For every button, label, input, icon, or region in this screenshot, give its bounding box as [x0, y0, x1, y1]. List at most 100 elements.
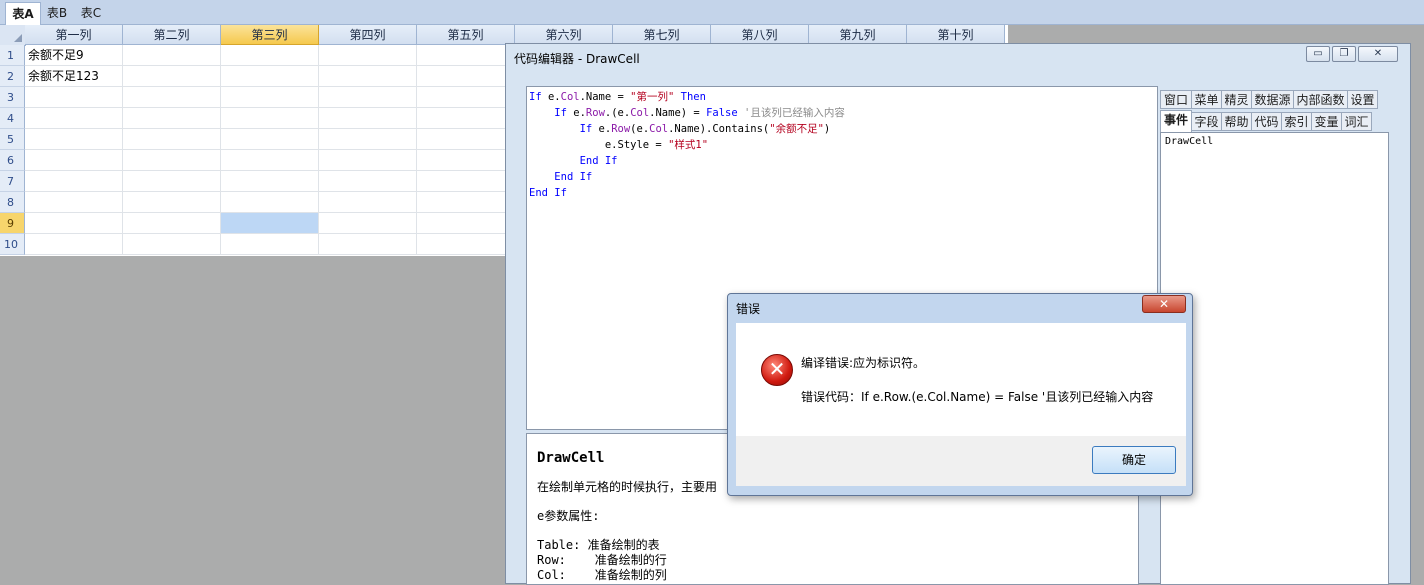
grid-cell[interactable]	[221, 150, 319, 171]
tab-menu[interactable]: 菜单	[1191, 90, 1222, 109]
tab-index[interactable]: 索引	[1281, 112, 1312, 131]
select-all-corner[interactable]	[0, 25, 26, 46]
restore-icon[interactable]: ❐	[1332, 46, 1356, 62]
row-header-7[interactable]: 7	[0, 171, 25, 192]
tab-events[interactable]: 事件	[1160, 110, 1192, 133]
grid-cell[interactable]	[123, 213, 221, 234]
grid-cell[interactable]	[123, 150, 221, 171]
column-header-6[interactable]: 第六列	[515, 25, 613, 45]
grid-cell[interactable]	[319, 45, 417, 66]
error-icon: ✕	[761, 354, 793, 386]
minimize-icon[interactable]: ▭	[1306, 46, 1330, 62]
grid-cell[interactable]	[221, 87, 319, 108]
tab-window[interactable]: 窗口	[1160, 90, 1192, 109]
column-header-9[interactable]: 第九列	[809, 25, 907, 45]
grid-cell[interactable]	[123, 87, 221, 108]
dialog-close-icon[interactable]: ✕	[1142, 295, 1186, 313]
grid-cell[interactable]	[25, 129, 123, 150]
help-params-header: e参数属性:	[537, 509, 600, 523]
grid-cell[interactable]	[319, 66, 417, 87]
grid-cell[interactable]	[417, 234, 515, 255]
code-line-7: End If	[529, 187, 567, 199]
grid-cell[interactable]	[417, 108, 515, 129]
grid-cell[interactable]	[25, 150, 123, 171]
grid-cell[interactable]	[319, 87, 417, 108]
column-header-7[interactable]: 第七列	[613, 25, 711, 45]
grid-cell[interactable]	[221, 192, 319, 213]
grid-cell[interactable]	[25, 192, 123, 213]
help-param-col: Col: 准备绘制的列	[537, 568, 667, 582]
grid-cell[interactable]	[123, 129, 221, 150]
tab-code[interactable]: 代码	[1251, 112, 1282, 131]
column-header-3[interactable]: 第三列	[221, 25, 319, 45]
row-header-6[interactable]: 6	[0, 150, 25, 171]
grid-cell[interactable]	[221, 171, 319, 192]
tab-variables[interactable]: 变量	[1311, 112, 1342, 131]
column-header-10[interactable]: 第十列	[907, 25, 1005, 45]
grid-cell[interactable]	[319, 213, 417, 234]
grid-cell[interactable]	[221, 234, 319, 255]
grid-cell[interactable]	[25, 213, 123, 234]
grid-cell[interactable]	[123, 234, 221, 255]
tab-internal-functions[interactable]: 内部函数	[1293, 90, 1348, 109]
tab-settings[interactable]: 设置	[1347, 90, 1378, 109]
grid-cell[interactable]	[123, 171, 221, 192]
tab-wizard[interactable]: 精灵	[1221, 90, 1252, 109]
event-list-panel[interactable]: DrawCell	[1160, 132, 1389, 585]
tab-help[interactable]: 帮助	[1221, 112, 1252, 131]
grid-cell[interactable]	[25, 234, 123, 255]
grid-cell[interactable]	[319, 192, 417, 213]
grid-cell[interactable]	[25, 87, 123, 108]
grid-cell[interactable]	[221, 45, 319, 66]
grid-cell[interactable]	[319, 150, 417, 171]
tab-vocabulary[interactable]: 词汇	[1341, 112, 1372, 131]
row-header-4[interactable]: 4	[0, 108, 25, 129]
event-list-item[interactable]: DrawCell	[1165, 136, 1384, 147]
column-header-2[interactable]: 第二列	[123, 25, 221, 45]
grid-cell[interactable]	[319, 234, 417, 255]
sheet-tab-b[interactable]: 表B	[41, 2, 73, 24]
column-header-4[interactable]: 第四列	[319, 25, 417, 45]
grid-cell[interactable]	[221, 108, 319, 129]
help-param-row: Row: 准备绘制的行	[537, 553, 667, 567]
row-header-8[interactable]: 8	[0, 192, 25, 213]
grid-cell[interactable]	[417, 45, 515, 66]
row-header-3[interactable]: 3	[0, 87, 25, 108]
cell-r1-c1[interactable]: 余额不足9	[25, 45, 123, 66]
grid-cell[interactable]	[221, 66, 319, 87]
cell-r9-c3-selected[interactable]	[221, 213, 319, 234]
grid-cell[interactable]	[319, 171, 417, 192]
row-header-2[interactable]: 2	[0, 66, 25, 87]
grid-cell[interactable]	[417, 66, 515, 87]
ok-button[interactable]: 确定	[1092, 446, 1176, 474]
grid-cell[interactable]	[221, 129, 319, 150]
grid-cell[interactable]	[417, 87, 515, 108]
close-icon[interactable]: ✕	[1358, 46, 1398, 62]
column-header-8[interactable]: 第八列	[711, 25, 809, 45]
grid-cell[interactable]	[417, 129, 515, 150]
column-header-1[interactable]: 第一列	[25, 25, 123, 45]
row-header-9[interactable]: 9	[0, 213, 25, 234]
grid-cell[interactable]	[25, 108, 123, 129]
grid-cell[interactable]	[25, 171, 123, 192]
cell-r2-c1[interactable]: 余额不足123	[25, 66, 123, 87]
sheet-tabs-bar: 表A 表B 表C	[0, 0, 1424, 25]
grid-cell[interactable]	[417, 213, 515, 234]
grid-cell[interactable]	[319, 108, 417, 129]
grid-cell[interactable]	[123, 45, 221, 66]
sheet-tab-c[interactable]: 表C	[75, 2, 107, 24]
grid-cell[interactable]	[417, 150, 515, 171]
row-header-5[interactable]: 5	[0, 129, 25, 150]
column-header-5[interactable]: 第五列	[417, 25, 515, 45]
grid-cell[interactable]	[417, 192, 515, 213]
grid-cell[interactable]	[417, 171, 515, 192]
sheet-tab-a[interactable]: 表A	[5, 2, 41, 25]
row-header-10[interactable]: 10	[0, 234, 25, 255]
tab-fields[interactable]: 字段	[1191, 112, 1222, 131]
grid-cell[interactable]	[319, 129, 417, 150]
grid-cell[interactable]	[123, 192, 221, 213]
row-header-1[interactable]: 1	[0, 45, 25, 66]
grid-cell[interactable]	[123, 66, 221, 87]
tab-datasource[interactable]: 数据源	[1251, 90, 1294, 109]
grid-cell[interactable]	[123, 108, 221, 129]
